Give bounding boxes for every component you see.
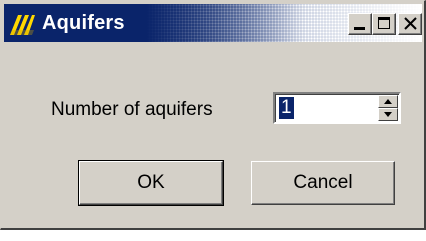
- window-title: Aquifers: [42, 12, 125, 34]
- minimize-icon: [354, 27, 365, 30]
- number-of-aquifers-label: Number of aquifers: [51, 99, 213, 120]
- minimize-button[interactable]: [348, 13, 372, 35]
- close-button[interactable]: [398, 13, 422, 35]
- maximize-button[interactable]: [372, 13, 396, 35]
- aquifers-spinner[interactable]: 1: [273, 92, 401, 124]
- arrow-down-icon: [384, 112, 392, 117]
- close-icon: [404, 17, 417, 30]
- aquifers-value-field[interactable]: 1: [279, 97, 294, 119]
- spin-down-button[interactable]: [378, 108, 398, 121]
- maximize-icon: [378, 17, 390, 29]
- title-bar[interactable]: Aquifers: [4, 4, 422, 42]
- app-icon: [10, 15, 35, 35]
- spin-up-button[interactable]: [378, 95, 398, 108]
- cancel-button[interactable]: Cancel: [251, 161, 395, 205]
- ok-button[interactable]: OK: [78, 160, 224, 206]
- aquifers-dialog: Aquifers Number of aquifers 1 OK Cancel: [0, 0, 426, 230]
- arrow-up-icon: [384, 99, 392, 104]
